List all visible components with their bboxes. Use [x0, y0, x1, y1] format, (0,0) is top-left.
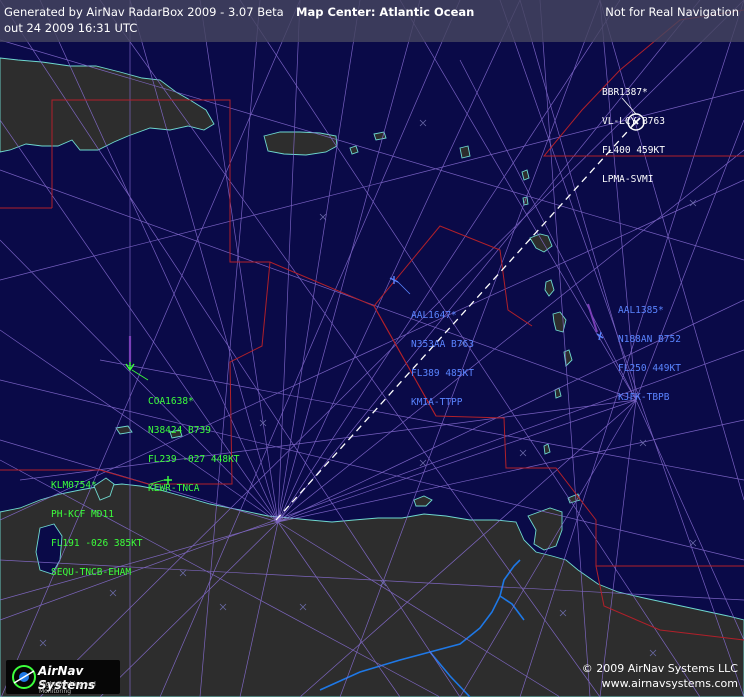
aircraft-altitude-speed: FL239 -027 448KT	[148, 453, 240, 465]
navigation-notice: Not for Real Navigation	[605, 5, 739, 19]
timestamp-text: out 24 2009 16:31 UTC	[4, 21, 138, 35]
aircraft-altitude-speed: FL191 -026 385KT	[51, 537, 143, 549]
aircraft-callsign: AAL1385*	[618, 305, 664, 317]
aircraft-callsign: AAL1647*	[411, 310, 457, 322]
aircraft-registration: PH-KCF MD11	[51, 508, 114, 520]
puerto-rico-island	[263, 131, 338, 156]
aircraft-label-bbr1387[interactable]: BBR1387* VL-LCY B763 FL400 459KT LPMA-SV…	[602, 69, 665, 203]
aircraft-registration: N353AA B763	[411, 338, 474, 350]
aircraft-callsign: BBR1387*	[602, 87, 648, 99]
aircraft-route: SEQU-TNCB-EHAM	[51, 566, 132, 578]
aircraft-callsign: KLM0754*	[51, 480, 97, 492]
airnav-logo[interactable]: AirNav Systems Flight Tracking and Monit…	[6, 660, 120, 695]
airnav-logo-icon	[12, 665, 36, 689]
aircraft-altitude-speed: FL400 459KT	[602, 144, 665, 156]
aircraft-label-klm0754[interactable]: KLM0754* PH-KCF MD11 FL191 -026 385KT SE…	[51, 462, 143, 596]
copyright-text: © 2009 AirNav Systems LLC	[581, 662, 738, 675]
aircraft-label-coa1638[interactable]: COA1638* N38424 B739 FL239 -027 448KT KE…	[148, 378, 240, 512]
aircraft-route: KEWR-TNCA	[148, 482, 200, 494]
aircraft-registration: VL-LCY B763	[602, 115, 665, 127]
radar-map-window: Generated by AirNav RadarBox 2009 - 3.07…	[0, 0, 744, 697]
aircraft-altitude-speed: FL250 449KT	[618, 362, 681, 374]
aircraft-registration: N38424 B739	[148, 424, 211, 436]
aircraft-label-aal1647[interactable]: AAL1647* N353AA B763 FL389 485KT KMIA-TT…	[411, 292, 474, 426]
map-center-title: Map Center: Atlantic Ocean	[296, 5, 475, 19]
aircraft-callsign: COA1638*	[148, 396, 194, 408]
aircraft-route: KMIA-TTPP	[411, 396, 463, 408]
aircraft-route: LPMA-SVMI	[602, 173, 654, 185]
aircraft-altitude-speed: FL389 485KT	[411, 367, 474, 379]
aircraft-label-aal1385[interactable]: AAL1385* N188AN B752 FL250 449KT KJFK-TB…	[618, 287, 681, 421]
website-link[interactable]: www.airnavsystems.com	[602, 677, 738, 691]
generated-by-text: Generated by AirNav RadarBox 2009 - 3.07…	[4, 5, 284, 19]
aircraft-route: KJFK-TBPB	[618, 391, 670, 403]
aircraft-registration: N188AN B752	[618, 333, 681, 345]
logo-tagline: Flight Tracking and Monitoring	[39, 681, 96, 695]
